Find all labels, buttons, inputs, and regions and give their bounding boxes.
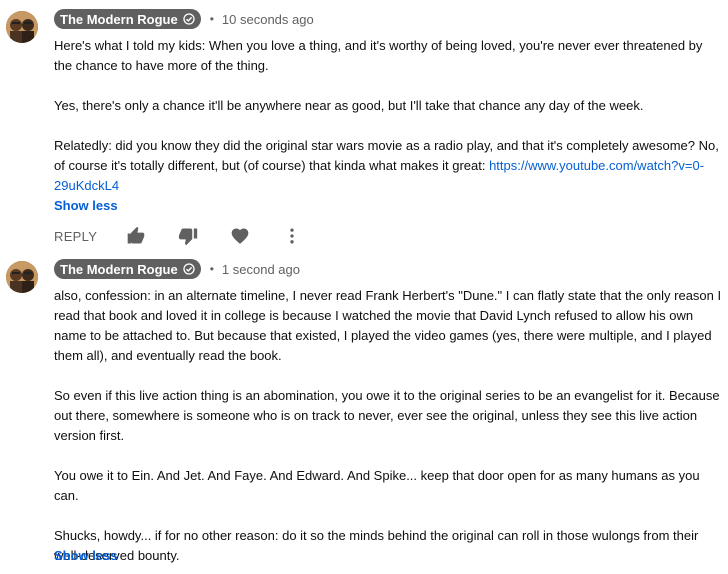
verified-check-icon (183, 263, 195, 275)
show-less-button[interactable]: Show less (54, 196, 118, 216)
show-less-button[interactable]: Show less (54, 546, 118, 566)
verified-check-icon (183, 13, 195, 25)
reply-button[interactable]: REPLY (54, 229, 126, 244)
author-badge[interactable]: The Modern Rogue (54, 9, 201, 29)
avatar[interactable] (6, 261, 38, 293)
comment-paragraph: So even if this live action thing is an … (54, 388, 720, 443)
comment-paragraph: Yes, there's only a chance it'll be anyw… (54, 98, 644, 113)
thumbs-up-icon[interactable] (126, 226, 146, 246)
author-name: The Modern Rogue (60, 11, 178, 27)
separator-dot: • (209, 262, 214, 276)
comment-paragraph: also, confession: in an alternate timeli… (54, 288, 722, 363)
thumbs-down-icon[interactable] (178, 226, 198, 246)
avatar[interactable] (6, 11, 38, 43)
author-badge[interactable]: The Modern Rogue (54, 259, 201, 279)
more-vert-icon[interactable] (282, 226, 302, 246)
comment-actions: REPLY (54, 224, 334, 248)
comment-timestamp[interactable]: 1 second ago (222, 262, 300, 277)
comment-paragraph: Shucks, howdy... if for no other reason:… (54, 528, 699, 563)
comment-timestamp[interactable]: 10 seconds ago (222, 12, 314, 27)
heart-icon[interactable] (230, 226, 250, 246)
comment-header: The Modern Rogue • 1 second ago (54, 259, 300, 279)
comment-paragraph: Relatedly: did you know they did the ori… (54, 136, 724, 196)
comment-paragraph: You owe it to Ein. And Jet. And Faye. An… (54, 468, 700, 503)
comment-header: The Modern Rogue • 10 seconds ago (54, 9, 314, 29)
comment-text: also, confession: in an alternate timeli… (54, 286, 724, 566)
comment-paragraph: Here's what I told my kids: When you lov… (54, 38, 703, 73)
comment-text: Here's what I told my kids: When you lov… (54, 36, 724, 196)
separator-dot: • (209, 12, 214, 26)
author-name: The Modern Rogue (60, 261, 178, 277)
